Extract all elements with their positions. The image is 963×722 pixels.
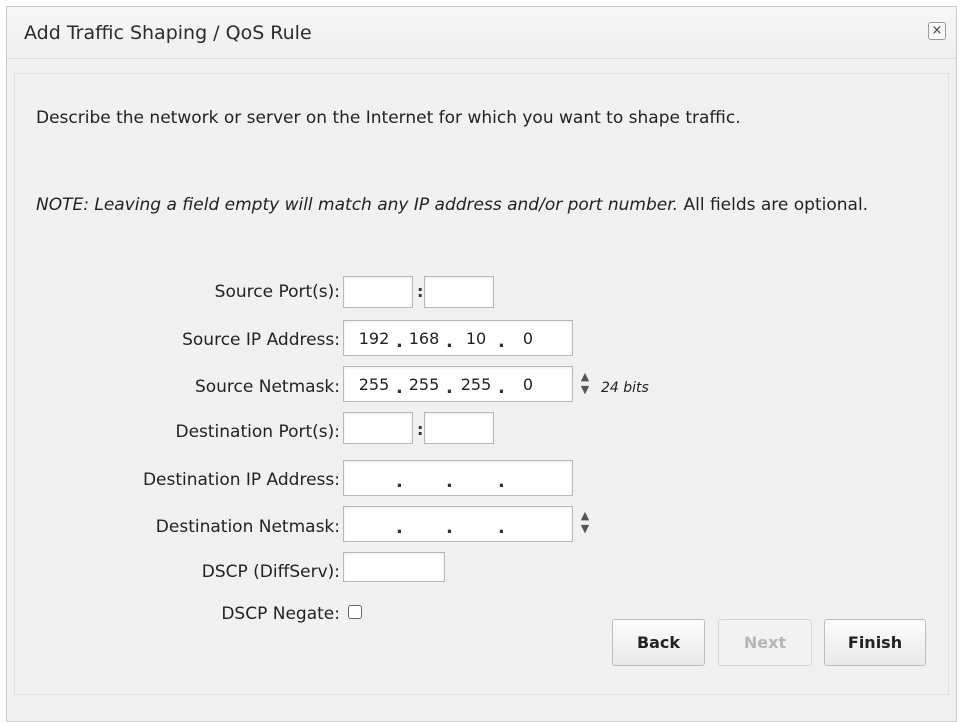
destination-netmask-spinner-icon[interactable]: ▲ ▼ xyxy=(578,510,592,536)
source-netmask-octet-2[interactable]: 255 xyxy=(406,375,442,394)
dialog-titlebar: Add Traffic Shaping / QoS Rule xyxy=(7,7,956,59)
back-button[interactable]: Back xyxy=(612,619,705,666)
source-port-start-input[interactable] xyxy=(343,276,413,308)
octet-dot: . xyxy=(396,517,403,538)
dscp-label: DSCP (DiffServ): xyxy=(201,562,340,582)
source-netmask-octet-1[interactable]: 255 xyxy=(356,375,392,394)
source-ports-label: Source Port(s): xyxy=(214,282,340,302)
octet-dot: . xyxy=(446,377,453,398)
note-text: NOTE: Leaving a field empty will match a… xyxy=(36,191,906,220)
octet-dot: . xyxy=(396,377,403,398)
source-netmask-spinner-icon[interactable]: ▲ ▼ xyxy=(578,371,592,397)
dscp-input[interactable] xyxy=(343,552,445,582)
octet-dot: . xyxy=(498,471,505,492)
source-ip-octet-2[interactable]: 168 xyxy=(406,329,442,348)
spinner-down-icon[interactable]: ▼ xyxy=(578,523,592,535)
octet-dot: . xyxy=(446,331,453,352)
dscp-negate-label: DSCP Negate: xyxy=(221,604,340,624)
source-ip-octet-4[interactable]: 0 xyxy=(510,329,546,348)
spinner-down-icon[interactable]: ▼ xyxy=(578,384,592,396)
source-ip-octet-3[interactable]: 10 xyxy=(458,329,494,348)
add-qos-rule-dialog: Add Traffic Shaping / QoS Rule × Describ… xyxy=(6,6,957,722)
dialog-title: Add Traffic Shaping / QoS Rule xyxy=(24,21,312,44)
destination-port-end-input[interactable] xyxy=(424,412,494,444)
port-range-separator: : xyxy=(417,282,424,301)
octet-dot: . xyxy=(498,331,505,352)
note-italic: NOTE: Leaving a field empty will match a… xyxy=(36,195,679,215)
close-icon[interactable]: × xyxy=(928,22,946,40)
destination-netmask-input[interactable]: . . . xyxy=(343,506,573,542)
dscp-negate-checkbox[interactable] xyxy=(348,605,362,619)
source-port-end-input[interactable] xyxy=(424,276,494,308)
source-ip-octet-1[interactable]: 192 xyxy=(356,329,392,348)
octet-dot: . xyxy=(498,517,505,538)
destination-ports-label: Destination Port(s): xyxy=(175,422,340,442)
source-netmask-octet-4[interactable]: 0 xyxy=(510,375,546,394)
octet-dot: . xyxy=(498,377,505,398)
description-text: Describe the network or server on the In… xyxy=(36,108,741,128)
destination-ip-label: Destination IP Address: xyxy=(142,470,340,490)
destination-ip-input[interactable]: . . . xyxy=(343,460,573,496)
note-plain: All fields are optional. xyxy=(678,195,869,215)
port-range-separator: : xyxy=(417,420,424,439)
next-button[interactable]: Next xyxy=(718,619,812,666)
destination-port-start-input[interactable] xyxy=(343,412,413,444)
spinner-up-icon[interactable]: ▲ xyxy=(578,371,592,383)
finish-button[interactable]: Finish xyxy=(824,619,926,666)
source-netmask-octet-3[interactable]: 255 xyxy=(458,375,494,394)
destination-netmask-label: Destination Netmask: xyxy=(155,517,340,537)
dialog-content: Describe the network or server on the In… xyxy=(14,73,949,695)
source-netmask-label: Source Netmask: xyxy=(194,377,340,397)
octet-dot: . xyxy=(446,471,453,492)
source-netmask-input[interactable]: 255 . 255 . 255 . 0 xyxy=(343,366,573,402)
source-ip-label: Source IP Address: xyxy=(182,330,340,350)
octet-dot: . xyxy=(446,517,453,538)
source-netmask-bits: 24 bits xyxy=(601,380,649,396)
source-ip-input[interactable]: 192 . 168 . 10 . 0 xyxy=(343,320,573,356)
spinner-up-icon[interactable]: ▲ xyxy=(578,510,592,522)
octet-dot: . xyxy=(396,471,403,492)
octet-dot: . xyxy=(396,331,403,352)
